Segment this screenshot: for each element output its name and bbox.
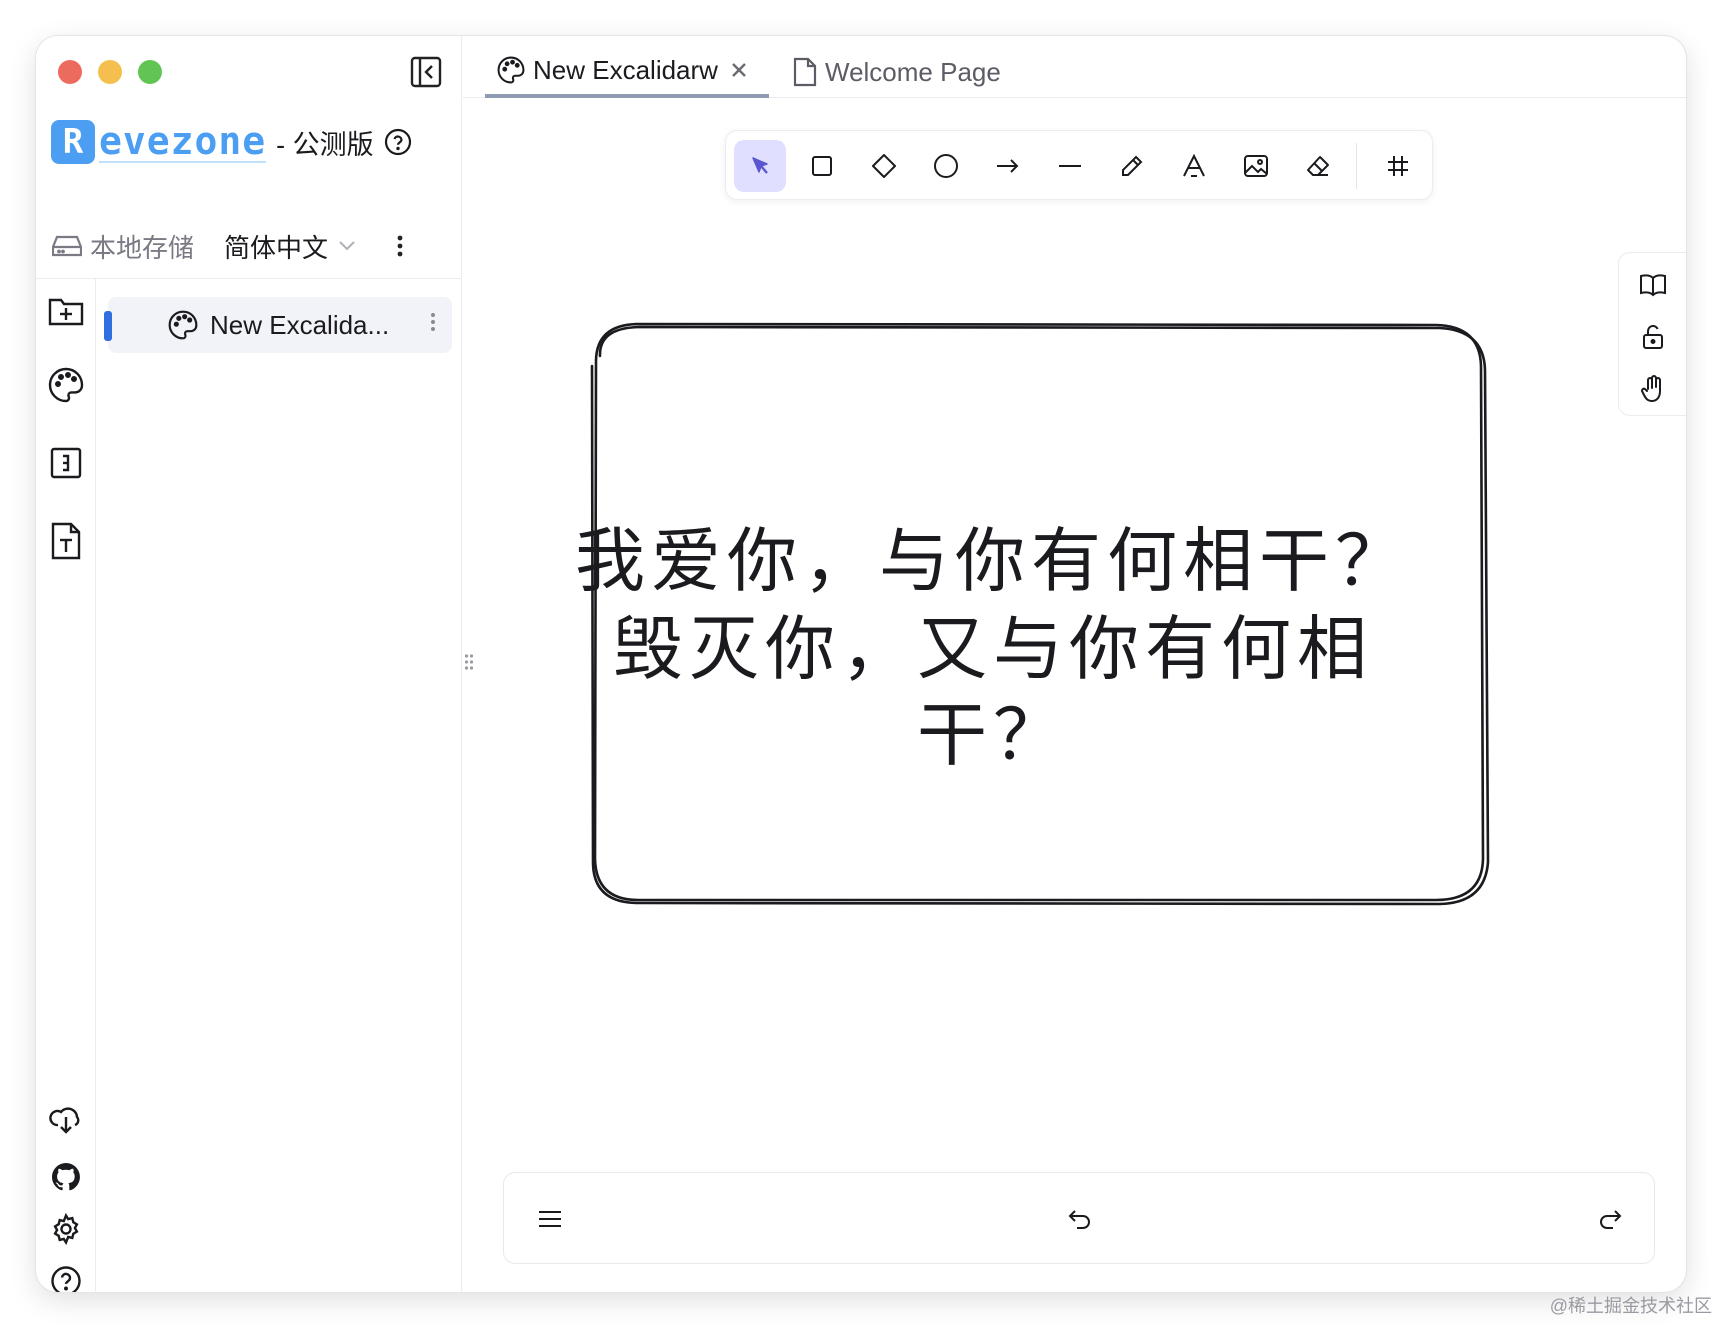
canvas-text-line-1[interactable]: 我爱你，与你有何相干？ — [563, 518, 1423, 604]
image-icon — [1244, 155, 1268, 177]
tab-new-excalidraw[interactable]: New Excalidarw — [485, 46, 769, 98]
icon-bar — [36, 279, 96, 1292]
tool-image[interactable] — [1230, 140, 1282, 192]
storage-row: 本地存储 简体中文 — [52, 226, 404, 266]
help-button[interactable] — [44, 1259, 88, 1292]
new-text-note-button[interactable] — [44, 519, 88, 563]
tool-draw[interactable] — [1106, 140, 1158, 192]
add-folder-button[interactable] — [44, 289, 88, 333]
sidebar-collapse-icon — [410, 56, 442, 88]
brand-logo: R — [51, 120, 95, 164]
tab-close-button[interactable] — [730, 61, 748, 79]
redo-button[interactable] — [1588, 1197, 1632, 1241]
settings-button[interactable] — [44, 1207, 88, 1251]
main-area: New Excalidarw Welcome Page 我爱你，与你有何相干？ … — [463, 36, 1686, 1292]
document-board-icon — [50, 447, 82, 479]
hamburger-menu-icon — [539, 1211, 561, 1227]
app-window: R evezone - 公测版 本地存储 简体中文 New Excalida..… — [36, 36, 1686, 1292]
canvas-text-line-2[interactable]: 毁灭你，又与你有何相干？ — [563, 606, 1423, 778]
file-more-button[interactable] — [430, 311, 436, 333]
tool-diamond[interactable] — [858, 140, 910, 192]
brand: R evezone - 公测版 — [51, 120, 412, 164]
window-controls — [58, 60, 162, 84]
tab-welcome-page[interactable]: Welcome Page — [793, 46, 1001, 98]
help-icon — [51, 1266, 81, 1292]
text-file-icon — [51, 522, 81, 560]
ellipse-icon — [934, 154, 958, 178]
github-link[interactable] — [44, 1155, 88, 1199]
lock-button[interactable] — [1633, 317, 1673, 357]
hard-drive-icon — [52, 235, 82, 257]
brand-edition: - 公测版 — [276, 129, 374, 160]
redo-icon — [1600, 1210, 1622, 1229]
storage-selector[interactable]: 本地存储 — [52, 228, 194, 265]
palette-icon — [497, 56, 525, 84]
folder-plus-icon — [48, 298, 84, 326]
gear-icon — [53, 1213, 79, 1245]
tool-text[interactable] — [1168, 140, 1220, 192]
collapse-sidebar-button[interactable] — [406, 52, 446, 92]
new-excalidraw-button[interactable] — [44, 363, 88, 407]
storage-label: 本地存储 — [90, 232, 195, 263]
sidebar: R evezone - 公测版 本地存储 简体中文 New Excalida..… — [36, 36, 462, 1292]
canvas-side-panel — [1618, 252, 1686, 416]
tool-rectangle[interactable] — [796, 140, 848, 192]
more-vertical-icon — [397, 235, 403, 257]
file-name: New Excalida... — [210, 309, 390, 340]
tool-line[interactable] — [1044, 140, 1096, 192]
file-selected-indicator — [104, 311, 112, 341]
palette-icon — [48, 367, 84, 403]
hand-tool-button[interactable] — [1633, 369, 1673, 409]
book-open-icon — [1640, 274, 1666, 297]
file-icon — [793, 57, 817, 87]
main-menu-button[interactable] — [528, 1197, 572, 1241]
file-list: New Excalida... — [96, 279, 461, 1292]
frame-hash-icon — [1388, 156, 1408, 176]
tool-frame[interactable] — [1372, 140, 1424, 192]
pencil-icon — [1122, 155, 1143, 176]
close-window-button[interactable] — [58, 60, 82, 84]
brand-name: evezone — [99, 119, 267, 163]
pointer-icon — [752, 157, 768, 174]
language-select[interactable]: 简体中文 — [224, 228, 356, 265]
cloud-download-icon — [49, 1107, 80, 1134]
library-button[interactable] — [1633, 265, 1673, 305]
tool-ellipse[interactable] — [920, 140, 972, 192]
minimize-window-button[interactable] — [98, 60, 122, 84]
palette-icon — [168, 310, 198, 340]
watermark: @稀土掘金技术社区 — [1549, 1296, 1712, 1316]
rectangle-icon — [812, 156, 832, 176]
undo-button[interactable] — [1058, 1197, 1102, 1241]
undo-icon — [1068, 1210, 1090, 1229]
maximize-window-button[interactable] — [138, 60, 162, 84]
arrow-right-icon — [997, 159, 1019, 173]
edition-help-button[interactable] — [384, 128, 412, 156]
chevron-down-icon — [339, 241, 355, 251]
tab-bar: New Excalidarw Welcome Page — [463, 36, 1686, 98]
tool-arrow[interactable] — [982, 140, 1034, 192]
cloud-download-button[interactable] — [44, 1097, 88, 1141]
help-icon — [384, 128, 411, 156]
diamond-icon — [872, 154, 896, 178]
language-value: 简体中文 — [224, 232, 329, 263]
bottom-bar — [503, 1172, 1655, 1264]
tab-label: Welcome Page — [825, 56, 1001, 87]
tool-selection[interactable] — [734, 140, 786, 192]
new-board-button[interactable] — [44, 441, 88, 485]
more-vertical-icon — [431, 313, 435, 331]
eraser-icon — [1307, 156, 1329, 176]
github-icon — [51, 1163, 80, 1191]
sidebar-more-button[interactable] — [396, 234, 404, 258]
toolbar-separator — [1356, 143, 1357, 189]
unlock-icon — [1643, 325, 1663, 349]
line-icon — [1059, 165, 1081, 167]
text-a-icon — [1183, 153, 1205, 177]
drawing-toolbar — [725, 130, 1433, 200]
file-item[interactable]: New Excalida... — [104, 297, 452, 353]
tool-eraser[interactable] — [1292, 140, 1344, 192]
tab-label: New Excalidarw — [533, 54, 718, 85]
close-icon — [732, 63, 746, 77]
hand-icon — [1641, 375, 1661, 403]
